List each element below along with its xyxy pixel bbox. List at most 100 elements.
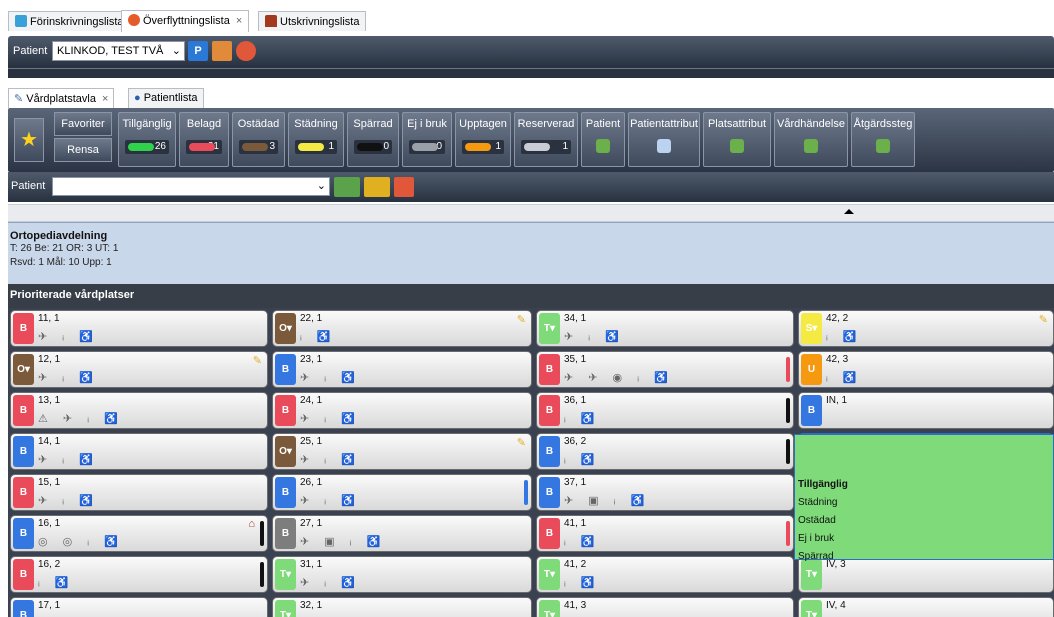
bed-status[interactable]: B [275,518,296,549]
bed-status[interactable]: B [539,395,560,426]
bed-status[interactable]: B [275,395,296,426]
bed-card[interactable]: B 15, 1 ✈ ᵢ ♿ [10,474,268,511]
bed-card[interactable]: B 13, 1 ⚠ ✈ ᵢ ♿ [10,392,268,429]
status-filter-2[interactable]: Ostädad 3 [232,112,285,167]
bed-card[interactable]: T▾ 41, 2 ᵢ ♿ [536,556,794,593]
clean-button[interactable] [364,177,390,197]
cleaning-icon: ✎ [516,314,526,326]
bed-card[interactable]: B 36, 2 ᵢ ♿ [536,433,794,470]
bed-status[interactable]: B [539,518,560,549]
status-dropdown[interactable]: Tillgänglig Städning Ostädad Ej i bruk Spärr… [794,434,1054,562]
bed-status[interactable]: B [539,477,560,508]
bed-status[interactable]: B [13,395,34,426]
attr-filter-1[interactable]: Patientattribut [628,112,700,167]
attr-filter-2[interactable]: Platsattribut [703,112,771,167]
bed-status[interactable]: U [801,354,822,385]
status-filter-1[interactable]: Belagd 21 [179,112,229,167]
attr-filter-3[interactable]: Vårdhändelse [774,112,848,167]
search-button[interactable] [334,177,360,197]
bed-card[interactable]: T▾ 41, 3 [536,597,794,617]
status-filter-7[interactable]: Reserverad 1 [514,112,578,167]
bed-card[interactable]: T▾ 32, 1 [272,597,532,617]
bed-card[interactable]: S▾ 42, 2 ᵢ ♿ ✎ [798,310,1054,347]
bed-card[interactable]: B 11, 1 ✈ ᵢ ♿ [10,310,268,347]
bed-card[interactable]: B 41, 1 ᵢ ♿ [536,515,794,552]
tab-overflyttningslista[interactable]: Överflyttningslista × [121,10,250,32]
bed-status[interactable]: T▾ [801,559,822,590]
bed-status[interactable]: T▾ [539,559,560,590]
tab-patientlista[interactable]: ● Patientlista [128,88,204,108]
bed-card[interactable]: B 23, 1 ✈ ᵢ ♿ [272,351,532,388]
bed-status[interactable]: B [801,395,822,426]
bed-card[interactable]: B 24, 1 ✈ ᵢ ♿ [272,392,532,429]
bed-status[interactable]: B [13,600,34,617]
attr-filter-0[interactable]: Patient [581,112,625,167]
bed-status[interactable]: T▾ [801,600,822,617]
bed-card[interactable]: O▾ 12, 1 ✈ ᵢ ♿ ✎ [10,351,268,388]
bed-status[interactable]: S▾ [801,313,822,344]
clear-button[interactable]: Rensa [54,138,112,162]
bed-card[interactable]: B 16, 1 ◎ ◎ ᵢ ♿ ⌂ [10,515,268,552]
bed-status[interactable]: B [275,477,296,508]
dropdown-option[interactable]: Ej i bruk [798,533,834,544]
bed-card[interactable]: B 27, 1 ✈ ▣ ᵢ ♿ [272,515,532,552]
bed-status[interactable]: O▾ [275,436,296,467]
bed-status[interactable]: T▾ [539,600,560,617]
bed-status[interactable]: B [13,313,34,344]
status-filter-6[interactable]: Upptagen 1 [455,112,511,167]
bed-card[interactable]: T▾ IV, 4 [798,597,1054,617]
close-icon[interactable]: × [102,93,108,105]
bed-status[interactable]: B [13,559,34,590]
bed-card[interactable]: T▾ 31, 1 ✈ ᵢ ♿ [272,556,532,593]
bed-status[interactable]: B [275,354,296,385]
bed-status[interactable]: O▾ [13,354,34,385]
status-filter-3[interactable]: Städning 1 [288,112,344,167]
favorites-star-icon[interactable]: ★ [14,118,44,162]
bed-card[interactable]: B 36, 1 ᵢ ♿ [536,392,794,429]
bed-status[interactable]: T▾ [275,600,296,617]
bed-card[interactable]: T▾ 34, 1 ✈ ᵢ ♿ [536,310,794,347]
bed-card[interactable]: U 42, 3 ᵢ ♿ [798,351,1054,388]
bed-status[interactable]: B [13,477,34,508]
dropdown-option[interactable]: Tillgänglig [798,479,848,490]
tab-vardplatstavla[interactable]: ✎ Vårdplatstavla × [8,88,115,108]
parking-button[interactable]: P [188,41,208,61]
bed-card[interactable]: O▾ 25, 1 ✈ ᵢ ♿ ✎ [272,433,532,470]
bed-status[interactable]: T▾ [539,313,560,344]
bed-status[interactable]: B [13,436,34,467]
bed-card[interactable]: B 16, 2 ᵢ ♿ [10,556,268,593]
bed-card[interactable]: B 14, 1 ✈ ᵢ ♿ [10,433,268,470]
close-icon[interactable]: × [236,15,242,27]
bed-status[interactable]: T▾ [275,559,296,590]
bed-card[interactable]: B 35, 1 ✈ ✈ ◉ ᵢ ♿ [536,351,794,388]
status-filter-0[interactable]: Tillgänglig 26 [118,112,176,167]
status-count: 0 [354,140,392,154]
patient-select[interactable]: KLINKOD, TEST TVÅ ⌄ [52,41,185,61]
bed-status[interactable]: B [539,436,560,467]
tab-forinskrivningslista[interactable]: Förinskrivningslista [8,11,131,31]
ward-stats-2: Rsvd: 1 Mål: 10 Upp: 1 [10,257,112,268]
bed-card[interactable]: T▾ IV, 3 [798,556,1054,593]
dropdown-option[interactable]: Spärrad [798,551,834,562]
dropdown-option[interactable]: Ostädad [798,515,836,526]
bed-status[interactable]: B [539,354,560,385]
status-filter-4[interactable]: Spärrad 0 [347,112,399,167]
patient-search-input[interactable]: ⌄ [52,177,330,196]
bed-card[interactable]: B 26, 1 ✈ ᵢ ♿ [272,474,532,511]
refresh-button[interactable] [394,177,414,197]
transfer-button[interactable] [236,41,256,61]
splitter[interactable] [8,204,1054,222]
tab-utskrivningslista[interactable]: Utskrivningslista [258,11,367,31]
bed-status[interactable]: B [13,518,34,549]
bed-status[interactable]: O▾ [275,313,296,344]
bed-card[interactable]: B 37, 1 ✈ ▣ ᵢ ♿ [536,474,794,511]
person-button[interactable] [212,41,232,61]
bed-card[interactable]: O▾ 22, 1 ᵢ ♿ ✎ [272,310,532,347]
bed-card[interactable]: B IN, 1 [798,392,1054,429]
favorites-button[interactable]: Favoriter [54,112,112,136]
collapse-icon[interactable] [844,209,854,214]
bed-card[interactable]: B 17, 1 [10,597,268,617]
dropdown-option[interactable]: Städning [798,497,837,508]
attr-filter-4[interactable]: Åtgärdssteg [851,112,915,167]
status-filter-5[interactable]: Ej i bruk 0 [402,112,452,167]
